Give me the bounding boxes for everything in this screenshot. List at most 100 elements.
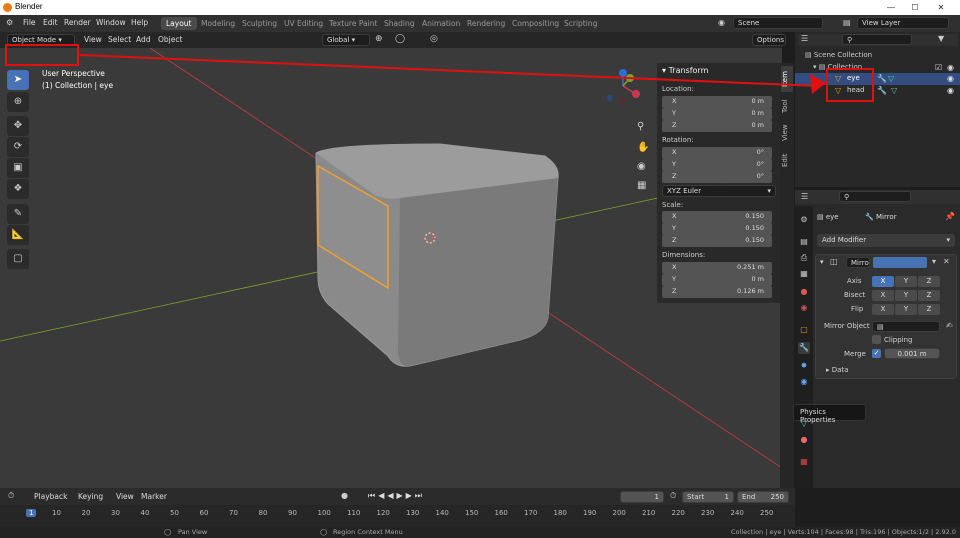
flip-z-toggle[interactable]: Z (918, 304, 940, 315)
modifier-display-toggles[interactable] (873, 257, 927, 268)
tab-compositing[interactable]: Compositing (507, 17, 564, 30)
dimension-x-field[interactable]: X 0.251 m (662, 262, 772, 274)
timeline-ruler[interactable]: 1 10 20 30 40 50 60 70 80 90 100 110 120 130 140 150 160… (0, 505, 795, 527)
visibility-eye-icon[interactable]: ◉ (947, 63, 954, 72)
record-icon[interactable]: ● (341, 491, 348, 500)
tab-sculpting[interactable]: Sculpting (237, 17, 282, 30)
modifier-name-field[interactable]: Mirro (846, 257, 870, 268)
modifier-wrench-icon[interactable]: 🔧 (877, 86, 887, 95)
outliner-scene-collection[interactable]: ▤ Scene Collection (805, 51, 872, 59)
pan-hand-icon[interactable]: ✋ (637, 142, 649, 153)
clipping-checkbox[interactable] (872, 335, 881, 344)
start-frame-field[interactable]: Start 1 (682, 491, 734, 503)
axis-y-toggle[interactable]: Y (895, 276, 917, 287)
menu-timeline-view[interactable]: View (116, 492, 134, 501)
cursor-tool-button[interactable]: ⊕ (7, 92, 29, 112)
current-frame-field[interactable]: 1 (620, 491, 664, 503)
view-layer-properties-icon[interactable]: ▦ (798, 268, 810, 280)
menu-playback[interactable]: Playback (34, 492, 67, 501)
transform-title[interactable]: ▾ Transform (662, 66, 708, 75)
view-layer-field[interactable]: View Layer (857, 17, 949, 29)
menu-view[interactable]: View (84, 35, 102, 44)
scale-x-field[interactable]: X 0.150 (662, 211, 772, 223)
collection-checkbox[interactable]: ☑ (935, 63, 942, 72)
rotation-z-field[interactable]: Z 0° (662, 171, 772, 183)
tab-edit[interactable]: Edit (781, 147, 793, 173)
options-dropdown[interactable]: Options (752, 34, 786, 46)
outliner-row-head[interactable]: ▽ head 🔧 ▽ ◉ (795, 85, 960, 97)
axis-x-toggle[interactable]: X (872, 276, 894, 287)
rotation-y-field[interactable]: Y 0° (662, 159, 772, 171)
bisect-y-toggle[interactable]: Y (895, 290, 917, 301)
visibility-eye-icon[interactable]: ◉ (947, 86, 954, 95)
close-button[interactable]: ✕ (934, 0, 948, 15)
mesh-data-icon[interactable]: ▽ (888, 74, 894, 83)
physics-properties-icon[interactable]: ◉ (798, 376, 810, 388)
tab-texture-paint[interactable]: Texture Paint (324, 17, 382, 30)
move-tool-button[interactable]: ✥ (7, 116, 29, 136)
scale-tool-button[interactable]: ▣ (7, 158, 29, 178)
add-cube-tool-button[interactable]: ▢ (7, 249, 29, 269)
snap-icon[interactable]: ◯ (395, 34, 405, 44)
material-properties-icon[interactable]: ● (798, 434, 810, 446)
pivot-icon[interactable]: ⊕ (375, 34, 383, 44)
merge-checkbox[interactable]: ✓ (872, 349, 881, 358)
location-x-field[interactable]: X0 m (662, 96, 772, 108)
outliner-collection[interactable]: ▾ ▤ Collection (813, 63, 862, 71)
tab-modeling[interactable]: Modeling (196, 17, 240, 30)
location-z-field[interactable]: Z0 m (662, 120, 772, 132)
flip-y-toggle[interactable]: Y (895, 304, 917, 315)
tab-item[interactable]: Item (781, 66, 793, 92)
add-modifier-dropdown[interactable]: Add Modifier ▾ (817, 234, 955, 247)
modifier-dropdown-icon[interactable]: ▾ (932, 257, 936, 266)
zoom-icon[interactable]: ⚲ (637, 121, 644, 132)
menu-select[interactable]: Select (108, 35, 131, 44)
tab-tool[interactable]: Tool (781, 93, 793, 119)
menu-add[interactable]: Add (136, 35, 151, 44)
filter-icon[interactable]: ▼ (938, 34, 944, 43)
scene-properties-icon[interactable]: ● (798, 286, 810, 298)
pin-icon[interactable]: 📌 (945, 212, 955, 221)
scene-name-field[interactable]: Scene (733, 17, 823, 29)
bisect-x-toggle[interactable]: X (872, 290, 894, 301)
menu-object[interactable]: Object (158, 35, 182, 44)
menu-edit[interactable]: Edit (43, 18, 58, 27)
mesh-data-icon[interactable]: ▽ (891, 86, 897, 95)
mirror-object-field[interactable]: ▤ (872, 321, 940, 332)
rotation-x-field[interactable]: X 0° (662, 147, 772, 159)
render-properties-icon[interactable]: ▤ (798, 236, 810, 248)
menu-marker[interactable]: Marker (141, 492, 167, 501)
tab-layout[interactable]: Layout (161, 17, 197, 30)
camera-icon[interactable]: ◉ (637, 161, 646, 172)
annotate-tool-button[interactable]: ✎ (7, 204, 29, 224)
tab-shading[interactable]: Shading (379, 17, 419, 30)
minimize-button[interactable]: — (884, 0, 898, 15)
dimension-y-field[interactable]: Y0 m (662, 274, 772, 286)
modifier-remove-icon[interactable]: ✕ (943, 257, 950, 266)
end-frame-field[interactable]: End 250 (737, 491, 789, 503)
flip-x-toggle[interactable]: X (872, 304, 894, 315)
tool-properties-icon[interactable]: ⚙ (798, 214, 810, 226)
transform-tool-button[interactable]: ❖ (7, 179, 29, 199)
timeline-editor-icon[interactable]: ⏱ (8, 491, 14, 501)
outliner-search-input[interactable]: ⚲ (842, 34, 912, 45)
eyedropper-icon[interactable]: ✍ (946, 321, 953, 330)
menu-keying[interactable]: Keying (78, 492, 103, 501)
texture-properties-icon[interactable]: ▦ (798, 456, 810, 468)
outliner-row-eye[interactable]: ▽ eye 🔧 ▽ ◉ (795, 73, 960, 85)
playback-controls[interactable]: ⏮◀◀▶▶⏭ (368, 491, 425, 501)
modifier-properties-icon[interactable]: 🔧 (798, 342, 810, 354)
tab-uv-editing[interactable]: UV Editing (279, 17, 328, 30)
object-properties-icon[interactable]: ▢ (798, 324, 810, 336)
modifier-collapse-icon[interactable]: ▾ (820, 258, 824, 266)
location-y-field[interactable]: Y0 m (662, 108, 772, 120)
merge-distance-field[interactable]: 0.001 m (884, 348, 940, 359)
select-tool-button[interactable]: ➤ (7, 70, 29, 90)
outliner-editor-icon[interactable]: ☰ (801, 34, 808, 43)
tab-rendering[interactable]: Rendering (462, 17, 510, 30)
output-properties-icon[interactable]: ⎙ (798, 252, 810, 264)
maximize-button[interactable]: ☐ (908, 0, 922, 15)
bisect-z-toggle[interactable]: Z (918, 290, 940, 301)
measure-tool-button[interactable]: 📐 (7, 225, 29, 245)
menu-window[interactable]: Window (96, 18, 126, 27)
